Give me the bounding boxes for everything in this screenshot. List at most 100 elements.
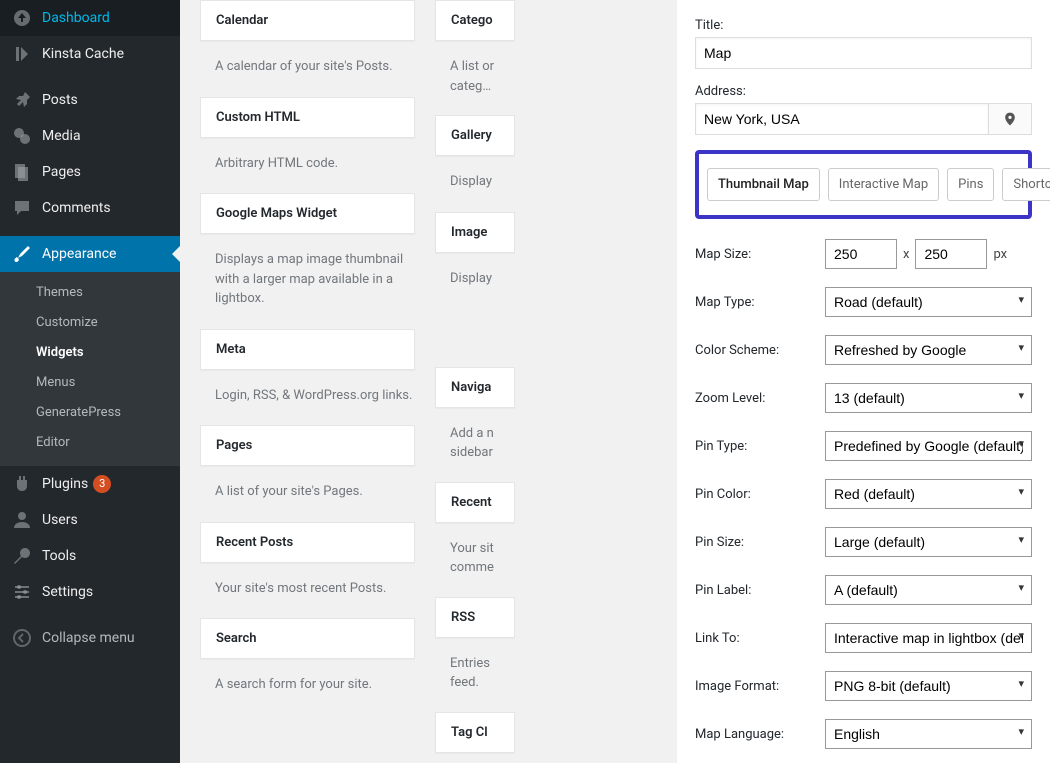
mapsize-width-input[interactable] [825,239,897,269]
widget-desc: Add a n sidebar [435,424,515,462]
sidebar-item-pages[interactable]: Pages [0,154,180,190]
widget-desc: A list of your site's Pages. [200,482,415,502]
submenu-menus[interactable]: Menus [0,369,180,399]
mapsize-label: Map Size: [695,247,825,262]
widget-tabs: Thumbnail Map Interactive Map Pins Short… [695,150,1032,219]
pincolor-select[interactable]: Red (default) [825,479,1032,509]
pintype-select[interactable]: Predefined by Google (default) [825,431,1032,461]
widget-google-maps[interactable]: Google Maps Widget [200,193,415,234]
widget-desc: Display [435,269,515,347]
menu-label: Tools [42,548,76,564]
tools-icon [12,546,32,566]
pages-icon [12,162,32,182]
menu-label: Media [42,128,81,144]
widget-rss[interactable]: RSS [435,597,515,638]
menu-separator [0,226,180,236]
widget-pages[interactable]: Pages [200,425,415,466]
zoom-select[interactable]: 13 (default) [825,383,1032,413]
tab-pins[interactable]: Pins [947,168,994,201]
submenu-themes[interactable]: Themes [0,279,180,309]
widget-recent-comments[interactable]: Recent [435,482,515,523]
tab-interactive-map[interactable]: Interactive Map [828,168,939,201]
widget-navigation[interactable]: Naviga [435,367,515,408]
maptype-select[interactable]: Road (default) [825,287,1032,317]
collapse-icon [12,628,32,648]
widget-gallery[interactable]: Gallery [435,115,515,156]
mapsize-unit: px [993,247,1007,262]
menu-label: Settings [42,584,93,600]
widget-desc: Display [435,172,515,192]
submenu-editor[interactable]: Editor [0,429,180,459]
locate-button[interactable] [988,103,1032,135]
menu-label: Comments [42,200,111,216]
widget-desc: A search form for your site. [200,675,415,695]
sidebar-item-users[interactable]: Users [0,502,180,538]
menu-label: Dashboard [42,10,110,26]
settings-icon [12,582,32,602]
dashboard-icon [12,8,32,28]
maptype-label: Map Type: [695,295,825,310]
sidebar-item-tools[interactable]: Tools [0,538,180,574]
menu-separator [0,610,180,620]
pinlabel-select[interactable]: A (default) [825,575,1032,605]
sidebar-item-media[interactable]: Media [0,118,180,154]
submenu-widgets[interactable]: Widgets [0,339,180,369]
sidebar-item-dashboard[interactable]: Dashboard [0,0,180,36]
tab-shortcode[interactable]: Shortcode [1002,168,1050,201]
menu-label: Appearance [42,246,116,262]
admin-sidebar: Dashboard Kinsta Cache Posts Media Pages… [0,0,180,763]
plugins-badge: 3 [93,475,111,493]
main-content: Calendar A calendar of your site's Posts… [180,0,1050,763]
widget-custom-html[interactable]: Custom HTML [200,97,415,138]
pincolor-label: Pin Color: [695,487,825,502]
menu-label: Users [42,512,78,528]
sidebar-item-comments[interactable]: Comments [0,190,180,226]
mapsize-height-input[interactable] [915,239,987,269]
widget-tag-cloud[interactable]: Tag Cl [435,712,515,753]
pin-icon [12,90,32,110]
widget-desc: Entries feed. [435,654,515,692]
imgformat-select[interactable]: PNG 8-bit (default) [825,671,1032,701]
linkto-label: Link To: [695,631,825,646]
pintype-label: Pin Type: [695,439,825,454]
colorscheme-select[interactable]: Refreshed by Google [825,335,1032,365]
widget-recent-posts[interactable]: Recent Posts [200,522,415,563]
brush-icon [12,244,32,264]
widget-meta[interactable]: Meta [200,329,415,370]
pinsize-label: Pin Size: [695,535,825,550]
submenu-generatepress[interactable]: GeneratePress [0,399,180,429]
tab-thumbnail-map[interactable]: Thumbnail Map [707,168,820,201]
menu-label: Posts [42,92,78,108]
sidebar-item-settings[interactable]: Settings [0,574,180,610]
widget-desc: A calendar of your site's Posts. [200,57,415,77]
sidebar-item-collapse[interactable]: Collapse menu [0,620,180,656]
pinsize-select[interactable]: Large (default) [825,527,1032,557]
address-input[interactable] [695,103,988,135]
widget-image[interactable]: Image [435,212,515,253]
widget-categories[interactable]: Catego [435,0,515,41]
address-label: Address: [695,84,1032,99]
colorscheme-label: Color Scheme: [695,343,825,358]
menu-label: Collapse menu [42,630,135,646]
widget-calendar[interactable]: Calendar [200,0,415,41]
kinsta-icon [12,44,32,64]
linkto-select[interactable]: Interactive map in lightbox (default) [825,623,1032,653]
submenu-customize[interactable]: Customize [0,309,180,339]
widget-desc: Your sit comme [435,539,515,577]
widget-desc: Your site's most recent Posts. [200,579,415,599]
title-input[interactable] [695,37,1032,69]
widget-settings-panel: Title: Address: Thumbnail Map Interactiv… [677,0,1050,763]
sidebar-item-appearance[interactable]: Appearance [0,236,180,272]
zoom-label: Zoom Level: [695,391,825,406]
sidebar-item-posts[interactable]: Posts [0,82,180,118]
widget-desc: A list or categ… [435,57,515,95]
menu-label: Plugins [42,476,88,492]
maplang-label: Map Language: [695,727,825,742]
maplang-select[interactable]: English [825,719,1032,749]
widget-desc: Login, RSS, & WordPress.org links. [200,386,415,406]
menu-label: Pages [42,164,81,180]
sidebar-item-plugins[interactable]: Plugins 3 [0,466,180,502]
sidebar-item-kinsta-cache[interactable]: Kinsta Cache [0,36,180,72]
widget-search[interactable]: Search [200,618,415,659]
menu-label: Kinsta Cache [42,46,124,62]
